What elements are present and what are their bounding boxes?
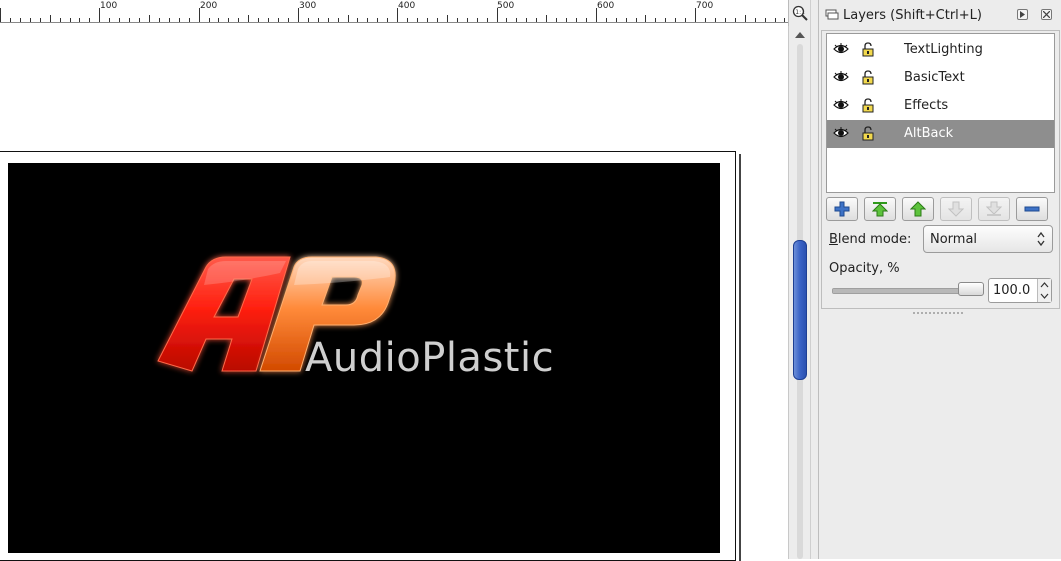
ruler-label: 400 bbox=[398, 1, 416, 11]
lower-icon bbox=[948, 201, 964, 217]
layer-name[interactable]: BasicText bbox=[904, 70, 965, 85]
artwork-background[interactable]: AudioPlastic bbox=[8, 163, 720, 553]
panel-resize-grip[interactable] bbox=[912, 311, 964, 315]
layer-row[interactable]: TextLighting bbox=[827, 36, 1054, 64]
lower-layer-button[interactable] bbox=[940, 197, 972, 221]
spin-updown-icon[interactable] bbox=[1038, 279, 1051, 302]
add-icon bbox=[834, 201, 850, 217]
ruler-label: 100 bbox=[100, 1, 118, 11]
unlocked-icon[interactable] bbox=[862, 42, 874, 57]
horizontal-ruler[interactable]: 100 200 300 400 500 600 700 bbox=[0, 0, 788, 23]
layer-list[interactable]: TextLighting BasicText Effects AltBack bbox=[826, 33, 1055, 193]
remove-icon bbox=[1024, 206, 1040, 212]
lower-to-bottom-icon bbox=[986, 201, 1002, 216]
brand-text[interactable]: AudioPlastic bbox=[305, 335, 554, 381]
eye-icon[interactable] bbox=[833, 127, 849, 139]
add-layer-button[interactable] bbox=[826, 197, 858, 221]
ruler-label: 300 bbox=[299, 1, 317, 11]
updown-caret-icon bbox=[1037, 231, 1045, 247]
zoom-fit-icon: 1:1 bbox=[792, 5, 808, 21]
raise-layer-button[interactable] bbox=[902, 197, 934, 221]
raise-to-top-button[interactable] bbox=[864, 197, 896, 221]
unlocked-icon[interactable] bbox=[862, 70, 874, 85]
ruler-ticks bbox=[0, 8, 785, 22]
ruler-label: 600 bbox=[597, 1, 615, 11]
scroll-up-arrow-icon[interactable] bbox=[794, 30, 806, 40]
layer-row[interactable]: BasicText bbox=[827, 64, 1054, 92]
layer-name[interactable]: TextLighting bbox=[904, 42, 983, 57]
play-icon bbox=[1020, 11, 1025, 18]
blend-mode-select[interactable]: Normal bbox=[923, 225, 1053, 253]
blend-mode-label: Blend mode: bbox=[829, 232, 911, 247]
layers-icon bbox=[825, 9, 839, 20]
layers-panel: TextLighting BasicText Effects AltBack B… bbox=[821, 30, 1060, 309]
layer-name[interactable]: Effects bbox=[904, 98, 948, 113]
ruler-label: 500 bbox=[497, 1, 515, 11]
raise-icon bbox=[910, 201, 926, 217]
eye-icon[interactable] bbox=[833, 99, 849, 111]
blend-mode-value: Normal bbox=[930, 232, 978, 247]
unlocked-icon[interactable] bbox=[862, 98, 874, 113]
remove-layer-button[interactable] bbox=[1016, 197, 1048, 221]
drawing-canvas[interactable]: AudioPlastic bbox=[0, 23, 788, 561]
unlocked-icon[interactable] bbox=[862, 126, 874, 141]
lower-to-bottom-button[interactable] bbox=[978, 197, 1010, 221]
opacity-slider-knob[interactable] bbox=[958, 282, 984, 296]
dock-title: Layers (Shift+Ctrl+L) bbox=[843, 7, 983, 23]
ruler-label: 200 bbox=[200, 1, 218, 11]
close-icon bbox=[1043, 11, 1050, 18]
dock-title-bar[interactable]: Layers (Shift+Ctrl+L) bbox=[819, 0, 1061, 30]
eye-icon[interactable] bbox=[833, 43, 849, 55]
zoom-fit-button[interactable]: 1:1 bbox=[788, 0, 811, 26]
vertical-scrollbar[interactable] bbox=[788, 26, 811, 559]
dock-close-button[interactable] bbox=[1041, 9, 1052, 20]
eye-icon[interactable] bbox=[833, 71, 849, 83]
layer-button-bar bbox=[826, 197, 1056, 223]
opacity-value[interactable]: 100.0 bbox=[993, 283, 1030, 298]
layers-dock: Layers (Shift+Ctrl+L) TextLighting Basic… bbox=[818, 0, 1061, 559]
layer-name[interactable]: AltBack bbox=[904, 126, 953, 141]
opacity-spinbox[interactable]: 100.0 bbox=[988, 278, 1052, 303]
spin-arrows[interactable] bbox=[1037, 279, 1051, 302]
scroll-thumb[interactable] bbox=[793, 240, 807, 380]
svg-text:1:1: 1:1 bbox=[795, 9, 805, 16]
layer-row-selected[interactable]: AltBack bbox=[827, 120, 1054, 148]
blend-mode-mnemonic: B bbox=[829, 232, 838, 247]
opacity-label: Opacity, % bbox=[829, 261, 900, 276]
raise-to-top-icon bbox=[872, 202, 888, 217]
blend-mode-label-rest: lend mode: bbox=[837, 232, 912, 247]
dock-iconify-button[interactable] bbox=[1017, 9, 1028, 20]
layer-row[interactable]: Effects bbox=[827, 92, 1054, 120]
ruler-label: 700 bbox=[696, 1, 714, 11]
